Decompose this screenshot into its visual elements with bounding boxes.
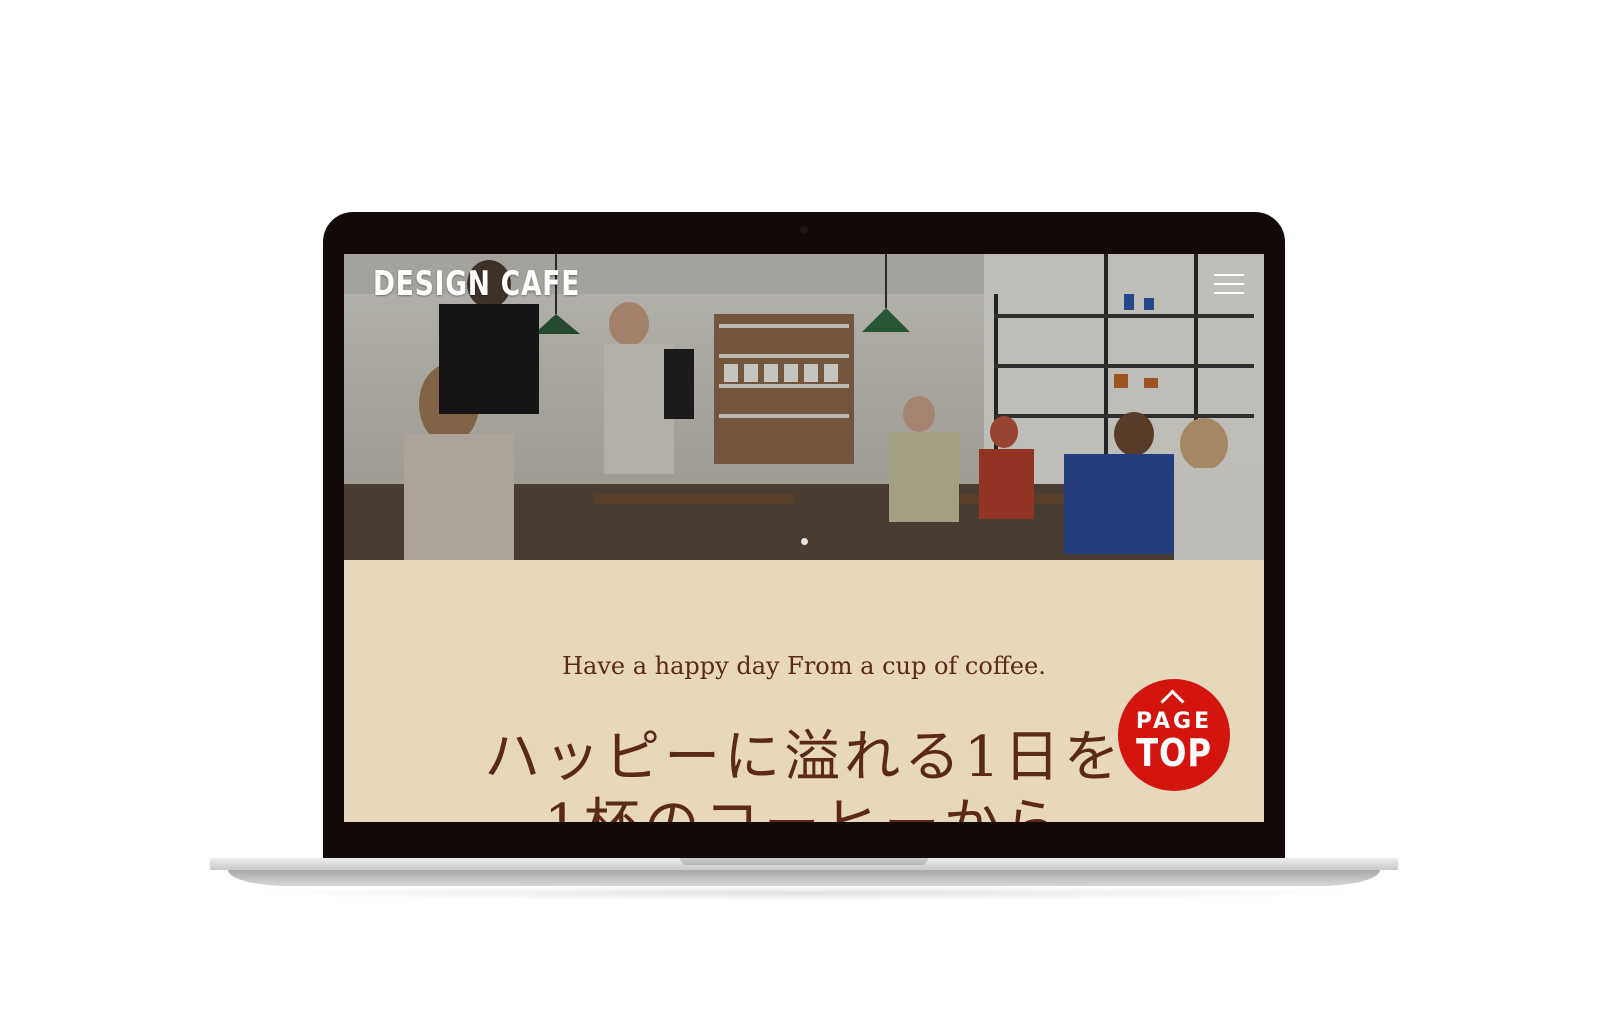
hamburger-line — [1214, 283, 1244, 285]
hamburger-line — [1214, 274, 1244, 276]
laptop-bottom — [228, 870, 1380, 886]
page-top-label-large: TOP — [1136, 731, 1212, 775]
tagline: Have a happy day From a cup of coffee. — [562, 652, 1046, 680]
laptop-notch — [680, 858, 928, 865]
page-top-button[interactable]: PAGE TOP — [1118, 679, 1230, 791]
hero-image: DESIGN CAFE — [344, 254, 1264, 560]
laptop-shadow — [250, 886, 1358, 900]
website-screen: DESIGN CAFE Have a happy day From a cup … — [344, 254, 1264, 822]
site-logo[interactable]: DESIGN CAFE — [373, 264, 580, 304]
slider-dot[interactable] — [800, 538, 808, 545]
slider-dots — [344, 530, 1264, 549]
laptop-lid: DESIGN CAFE Have a happy day From a cup … — [323, 212, 1285, 862]
headline-line-2: 1杯のコーヒーから — [344, 792, 1264, 822]
hamburger-menu-icon[interactable] — [1214, 272, 1244, 296]
hamburger-line — [1214, 292, 1244, 294]
camera-icon — [800, 226, 808, 234]
